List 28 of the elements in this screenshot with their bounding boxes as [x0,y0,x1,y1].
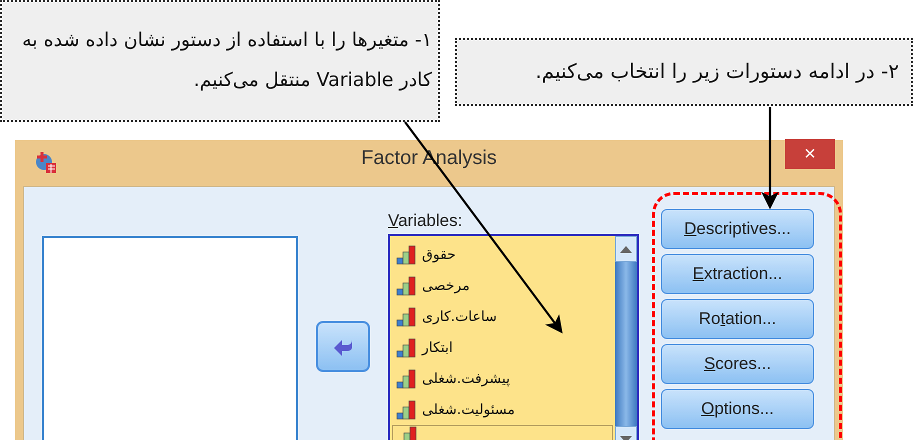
scale-bars-icon [396,276,418,296]
app-icon [35,152,57,174]
scale-bars-icon [396,306,418,326]
variable-name[interactable]: ساعات.کاری [422,308,497,324]
source-variable-list[interactable] [42,236,298,440]
dialog-button[interactable]: Rotation... [661,299,814,339]
scrollbar[interactable] [615,236,637,440]
variable-name[interactable]: پیشرفت.شغلی [422,370,510,386]
scroll-up-icon [620,246,632,252]
close-button[interactable]: × [785,139,835,169]
scale-bars-icon [396,400,418,420]
move-button[interactable] [316,321,370,372]
back-arrow-icon [333,338,353,356]
dialog-button[interactable]: Extraction... [661,254,814,294]
variable-name[interactable]: حقوق [422,246,456,262]
variables-list[interactable]: حقوق مرخصی ساعات.کاری ابتکار پیشرفت.شغلی مسئولیت.شغلی [388,234,639,440]
variable-name[interactable]: مرخصی [422,278,470,294]
scale-bars-icon [396,368,418,388]
callout-note: ۲- در ادامه دستورات زیر را انتخاب می‌کنیم. [455,38,913,106]
scale-bars-icon [396,244,418,264]
variable-name[interactable]: مسئولیت.شغلی [422,402,515,418]
dialog-button[interactable]: Scores... [661,344,814,384]
callout-note: ۱- متغیرها را با استفاده از دستور نشان داده شده به کادر Variable منتقل می‌کنیم. [0,0,440,122]
variables-label: Variables: [388,211,464,232]
dialog-button[interactable]: Descriptives... [661,209,814,249]
variable-name[interactable]: ابتکار [422,340,453,356]
scale-bars-icon [396,338,418,358]
dialog-button[interactable]: Options... [661,389,814,429]
